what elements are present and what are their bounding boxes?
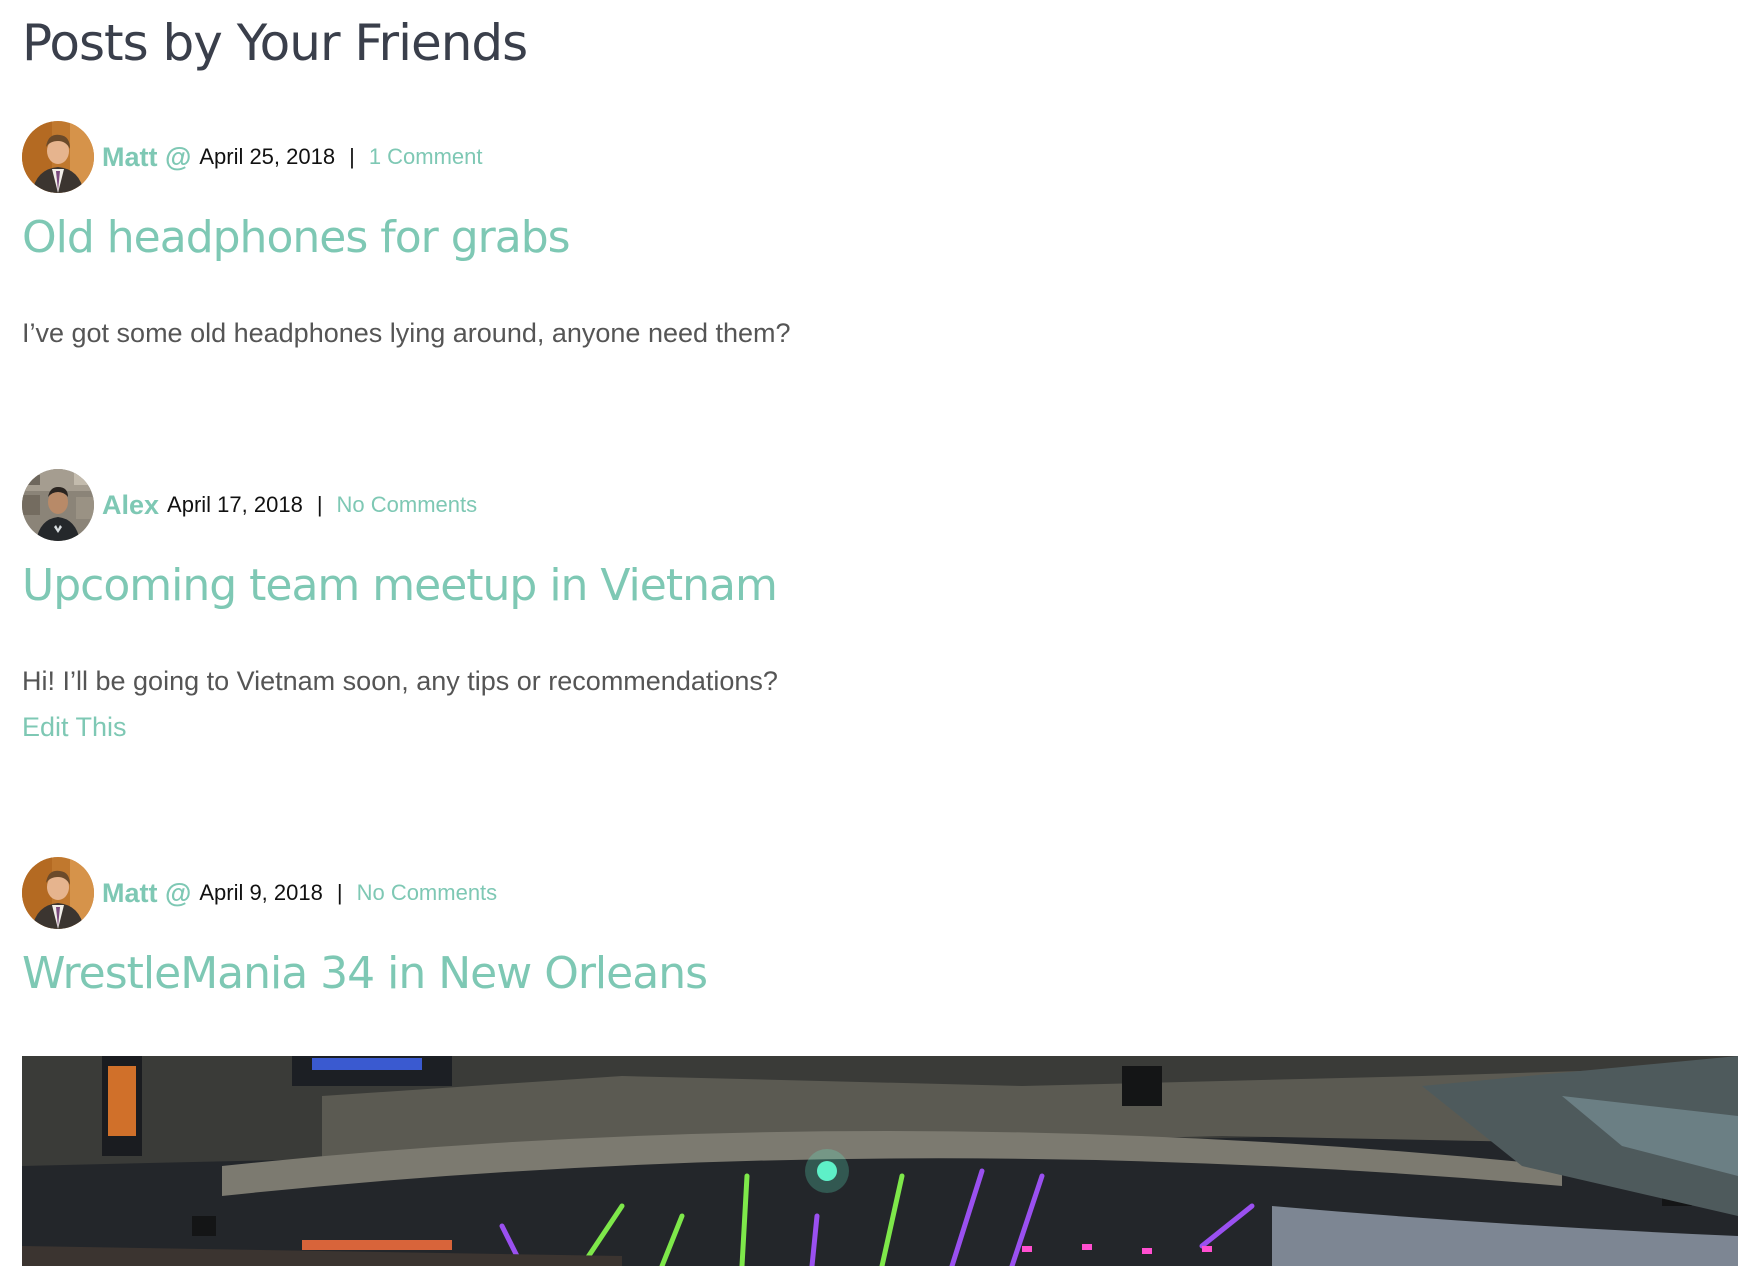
- arena-photo-icon: [22, 1056, 1738, 1266]
- post-title-link[interactable]: Old headphones for grabs: [22, 212, 571, 263]
- post-body: I’ve got some old headphones lying aroun…: [22, 318, 791, 348]
- post-date: April 17, 2018: [167, 492, 303, 517]
- meta-separator: |: [316, 492, 323, 517]
- user-avatar-icon: [22, 121, 94, 193]
- post-title-link[interactable]: Upcoming team meetup in Vietnam: [22, 560, 778, 611]
- post-image[interactable]: [22, 1056, 1738, 1266]
- post-meta: Matt @ April 9, 2018 | No Comments: [22, 856, 497, 930]
- page-title: Posts by Your Friends: [22, 14, 528, 72]
- avatar[interactable]: [22, 121, 94, 193]
- post-body: Hi! I’ll be going to Vietnam soon, any t…: [22, 666, 778, 696]
- post-date: April 25, 2018: [199, 144, 336, 169]
- post-title-link[interactable]: WrestleMania 34 in New Orleans: [22, 948, 708, 999]
- meta-separator: |: [336, 880, 343, 905]
- author-link[interactable]: Matt @: [102, 142, 191, 173]
- comments-link[interactable]: No Comments: [357, 880, 498, 906]
- author-link[interactable]: Matt @: [102, 878, 191, 909]
- post-date: April 9, 2018: [199, 880, 323, 905]
- user-avatar-icon: [22, 469, 94, 541]
- avatar[interactable]: [22, 857, 94, 929]
- comments-link[interactable]: 1 Comment: [369, 144, 483, 170]
- post-meta: Alex April 17, 2018 | No Comments: [22, 468, 477, 542]
- author-link[interactable]: Alex: [102, 490, 159, 521]
- comments-link[interactable]: No Comments: [337, 492, 478, 518]
- post-meta: Matt @ April 25, 2018 | 1 Comment: [22, 120, 483, 194]
- meta-separator: |: [349, 144, 355, 169]
- avatar[interactable]: [22, 469, 94, 541]
- edit-post-link[interactable]: Edit This: [22, 712, 127, 743]
- user-avatar-icon: [22, 857, 94, 929]
